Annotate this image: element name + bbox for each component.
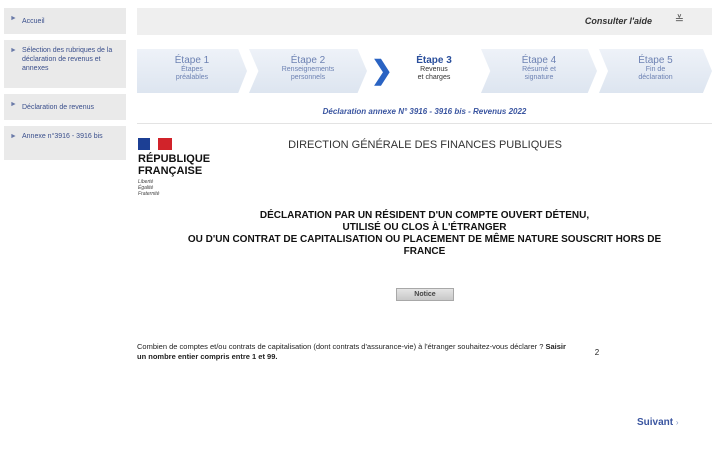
step-title: Étape 2 [290,55,326,66]
title-line-3: OU D'UN CONTRAT DE CAPITALISATION OU PLA… [187,234,662,245]
sidebar-item-declaration-revenus[interactable]: ► Déclaration de revenus [4,94,126,120]
chevron-right-icon: ► [10,15,17,22]
chevron-right-icon: ► [10,101,17,108]
step-title: Étape 4 [521,55,557,66]
chevron-right-icon: ► [10,47,17,54]
step-desc: Fin de déclaration [638,66,673,81]
step-desc: Renseignements personnels [281,66,335,81]
step-1: Étape 1 Étapes préalables [137,49,247,93]
step-desc: Résumé et signature [522,66,556,81]
sidebar-item-label: Déclaration de revenus [22,104,94,111]
sidebar: ► Accueil ► Sélection des rubriques de l… [4,8,126,166]
notice-button[interactable]: Notice [396,288,454,301]
chevron-right-icon: › [675,418,679,427]
logo-motto-3: Fraternité [138,191,160,197]
page-title: DÉCLARATION PAR UN RÉSIDENT D'UN COMPTE … [137,210,712,258]
step-title: Étape 3 [416,55,452,66]
double-chevron-down-icon[interactable]: ≚ [675,13,684,26]
step-5: Étape 5 Fin de déclaration [599,49,712,93]
next-label: Suivant [637,417,674,428]
title-line-4: FRANCE [403,246,446,257]
sidebar-item-selection-rubriques[interactable]: ► Sélection des rubriques de la déclarat… [4,40,126,88]
sidebar-item-label: Accueil [22,18,45,25]
step-4: Étape 4 Résumé et signature [481,49,597,93]
sidebar-item-label: Sélection des rubriques de la déclaratio… [22,47,113,72]
title-line-2: UTILISÉ OU CLOS À L'ÉTRANGER [342,222,507,233]
sidebar-item-label: Annexe n°3916 - 3916 bis [22,133,103,140]
title-line-1: DÉCLARATION PAR UN RÉSIDENT D'UN COMPTE … [259,210,590,221]
step-title: Étape 5 [638,55,673,66]
account-count-input[interactable]: 2 [586,346,608,360]
step-title: Étape 1 [174,55,210,66]
sidebar-item-accueil[interactable]: ► Accueil [4,8,126,34]
next-button[interactable]: Suivant › [637,417,679,428]
republique-francaise-logo: RÉPUBLIQUE FRANÇAISE Liberté Égalité Fra… [138,138,210,197]
logo-line1: RÉPUBLIQUE [138,153,211,165]
sidebar-item-annexe-3916[interactable]: ► Annexe n°3916 - 3916 bis [4,126,126,160]
step-3: Étape 3 Revenus et charges [389,49,479,93]
help-link[interactable]: Consulter l'aide [585,16,652,26]
chevron-right-icon: ► [10,133,17,140]
french-flag-icon [138,138,172,150]
question-label: Combien de comptes et/ou contrats de cap… [137,342,577,362]
logo-line2: FRANÇAISE [138,165,203,177]
dgfip-heading: DIRECTION GÉNÉRALE DES FINANCES PUBLIQUE… [288,139,562,151]
declaration-subtitle: Déclaration annexe N° 3916 - 3916 bis - … [322,107,527,116]
divider [137,123,712,124]
current-step-chevron-icon: ❯ [371,55,393,85]
help-bar: Consulter l'aide ≚ [137,8,712,35]
question-text: Combien de comptes et/ou contrats de cap… [137,342,546,351]
step-2: Étape 2 Renseignements personnels [249,49,367,93]
step-progress: Étape 1 Étapes préalables Étape 2 Rensei… [137,49,712,93]
step-desc: Étapes préalables [175,66,209,81]
step-desc: Revenus et charges [417,66,451,81]
